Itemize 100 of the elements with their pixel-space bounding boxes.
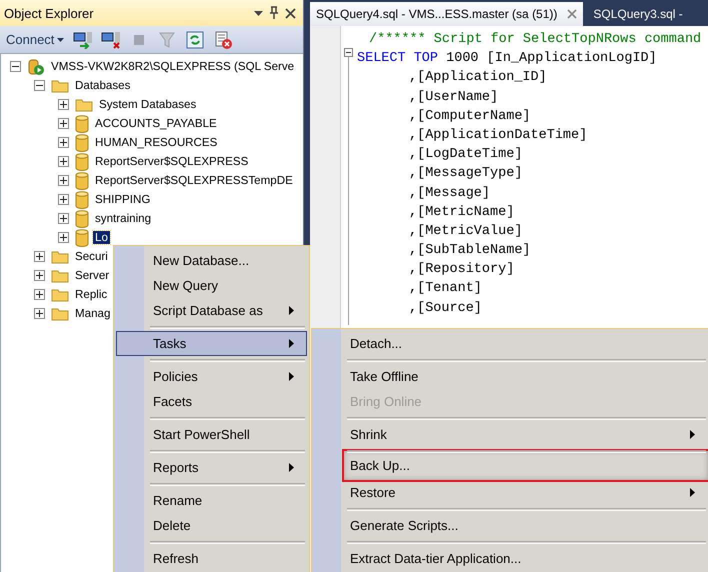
folder-icon (51, 306, 69, 321)
document-tab[interactable]: SQLQuery3.sql - (587, 2, 689, 26)
plus-icon (36, 272, 43, 279)
panel-title: Object Explorer (4, 6, 95, 20)
menu-item[interactable]: Facets (116, 389, 307, 414)
database-icon (75, 152, 89, 170)
database-icon (75, 172, 89, 190)
menu-item[interactable]: New Database... (116, 248, 307, 273)
expand-toggle[interactable] (10, 61, 21, 72)
expand-toggle[interactable] (58, 99, 69, 110)
submenu-arrow-icon (289, 339, 294, 348)
code-line: /****** Script for SelectTopNRows command (368, 31, 702, 49)
plus-icon (36, 291, 43, 298)
code-line: ,[Application_ID] (408, 69, 548, 88)
expand-toggle[interactable] (34, 270, 45, 281)
plus-icon (60, 158, 67, 165)
code-line: ,[MetricName] (408, 204, 516, 222)
expand-toggle[interactable] (58, 213, 69, 224)
expand-toggle[interactable] (34, 308, 45, 319)
plus-icon (60, 120, 67, 127)
submenu-arrow-icon (289, 463, 294, 472)
code-line: ,[Tenant] (408, 280, 483, 298)
tree-item[interactable]: Manag (73, 307, 112, 320)
plus-icon (60, 215, 67, 222)
submenu-arrow-icon (289, 372, 294, 381)
code-line: SELECT TOP 1000 [In_ApplicationLogID] (356, 50, 658, 68)
tree-item[interactable]: syntraining (93, 212, 154, 225)
code-line: ,[MetricValue] (408, 222, 524, 241)
expand-toggle[interactable] (58, 118, 69, 129)
code-line: ,[LogDateTime] (408, 146, 524, 164)
tree-item[interactable]: Server (73, 269, 112, 282)
tree-item[interactable]: VMSS-VKW2K8R2\SQLEXPRESS (SQL Serve (49, 60, 296, 73)
tree-item[interactable]: ACCOUNTS_PAYABLE (93, 117, 219, 130)
expand-toggle[interactable] (58, 175, 69, 186)
tree-item[interactable]: Replic (73, 288, 110, 301)
menu-item[interactable]: New Query (116, 273, 307, 298)
menu-item[interactable]: Script Database as (116, 298, 307, 323)
plus-icon (60, 139, 67, 146)
menu-item[interactable]: Back Up... (346, 453, 706, 478)
menu-item[interactable]: Delete (116, 513, 307, 538)
document-tab[interactable]: SQLQuery4.sql - VMS...ESS.master (sa (51)) (310, 2, 584, 26)
code-line: ,[UserName] (408, 88, 500, 107)
minus-icon (12, 63, 19, 70)
connect-button[interactable]: Connect (4, 32, 66, 47)
database-icon (75, 228, 89, 246)
code-line: ,[MessageType] (408, 165, 524, 184)
tree-item[interactable]: Securi (73, 250, 110, 263)
code-line: ,[Source] (408, 300, 483, 318)
menu-item[interactable]: Restore (314, 480, 708, 505)
folder-icon (51, 287, 69, 302)
plus-icon (36, 253, 43, 260)
menu-item[interactable]: Reports (116, 455, 307, 480)
plus-icon (60, 101, 67, 108)
code-line: ,[Repository] (408, 261, 516, 280)
expand-toggle[interactable] (58, 156, 69, 167)
code-line: ,[Message] (408, 184, 492, 202)
code-line: ,[SubTableName] (408, 242, 532, 260)
database-icon (75, 210, 89, 228)
submenu-arrow-icon (690, 488, 695, 497)
plus-icon (36, 310, 43, 317)
tree-item[interactable]: ReportServer$SQLEXPRESSTempDE (93, 174, 295, 187)
database-icon (75, 114, 89, 132)
expand-toggle[interactable] (34, 289, 45, 300)
database-icon (75, 190, 89, 208)
expand-toggle[interactable] (34, 251, 45, 262)
submenu-arrow-icon (690, 430, 695, 439)
menu-item[interactable]: Tasks (116, 331, 307, 356)
code-line: ,[ComputerName] (408, 108, 532, 126)
menu-item[interactable]: Generate Scripts... (314, 513, 708, 538)
tree-item[interactable]: Lo (93, 231, 110, 244)
expand-toggle[interactable] (58, 232, 69, 243)
menu-item[interactable]: Start PowerShell (116, 422, 307, 447)
menu-item[interactable]: Extract Data-tier Application... (314, 546, 708, 571)
plus-icon (60, 196, 67, 203)
menu-item[interactable]: Rename (116, 488, 307, 513)
tree-item[interactable]: SHIPPING (93, 193, 152, 206)
menu-item[interactable]: Shrink (314, 422, 708, 447)
tree-item[interactable]: HUMAN_RESOURCES (93, 136, 220, 149)
expand-toggle[interactable] (58, 137, 69, 148)
plus-icon (60, 234, 67, 241)
refresh-icon[interactable] (184, 28, 206, 50)
menu-item[interactable]: Policies (116, 364, 307, 389)
expand-toggle[interactable] (34, 80, 45, 91)
minus-icon (36, 82, 43, 89)
folder-icon (51, 78, 69, 93)
server-icon (27, 58, 45, 76)
menu-item[interactable]: Detach... (314, 331, 708, 356)
tree-item[interactable]: Databases (73, 79, 132, 92)
caret-icon (57, 38, 64, 42)
plus-icon (60, 177, 67, 184)
code-line: ,[ApplicationDateTime] (408, 126, 588, 145)
menu-item[interactable]: Refresh (116, 546, 307, 571)
collapse-icon[interactable] (344, 48, 352, 57)
menu-item[interactable]: Take Offline (314, 364, 708, 389)
tree-item[interactable]: System Databases (97, 98, 198, 111)
folder-icon (51, 249, 69, 264)
database-icon (75, 134, 89, 152)
expand-toggle[interactable] (58, 194, 69, 205)
tree-item[interactable]: ReportServer$SQLEXPRESS (93, 155, 250, 168)
submenu-arrow-icon (289, 306, 294, 315)
